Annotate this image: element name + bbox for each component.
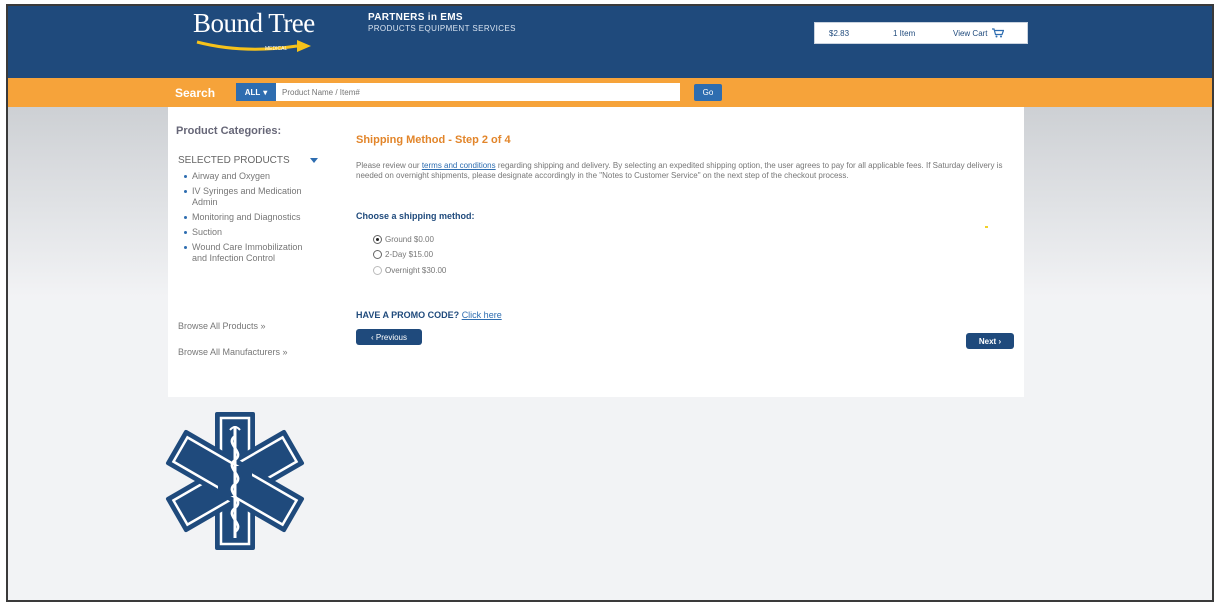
star-of-life-icon xyxy=(163,410,307,552)
shipping-option-label: 2-Day $15.00 xyxy=(385,250,434,259)
page-title: Shipping Method - Step 2 of 4 xyxy=(356,134,511,146)
cart-item-count: 1 Item xyxy=(893,28,916,38)
category-iv-syringes[interactable]: IV Syringes and Medication Admin xyxy=(182,186,312,208)
category-monitoring[interactable]: Monitoring and Diagnostics xyxy=(182,212,312,223)
shipping-option-2day[interactable]: 2-Day $15.00 xyxy=(373,250,433,259)
category-wound-care[interactable]: Wound Care Immobilization and Infection … xyxy=(182,242,312,264)
cart-total: $2.83 xyxy=(829,28,850,38)
search-label: Search xyxy=(175,86,216,100)
radio-ground[interactable] xyxy=(373,235,382,244)
promo-code-row: HAVE A PROMO CODE? Click here xyxy=(356,310,502,320)
shipping-option-label: Ground $0.00 xyxy=(385,235,434,244)
dropdown-triangle-icon xyxy=(309,158,318,163)
search-scope-dropdown[interactable]: ALL ▾ xyxy=(236,83,276,101)
category-list: Airway and Oxygen IV Syringes and Medica… xyxy=(182,171,312,268)
product-categories-title: Product Categories: xyxy=(176,125,282,137)
selected-products-label: SELECTED PRODUCTS xyxy=(178,155,290,166)
search-go-button[interactable]: Go xyxy=(694,84,722,101)
search-bar: Search ALL ▾ Go xyxy=(8,78,1212,107)
category-airway-oxygen[interactable]: Airway and Oxygen xyxy=(182,171,312,182)
mini-cart: $2.83 1 Item View Cart xyxy=(814,22,1028,44)
checkout-content: Product Categories: SELECTED PRODUCTS Ai… xyxy=(168,107,1024,397)
logo-sub: MEDICAL xyxy=(265,46,287,52)
promo-code-label: HAVE A PROMO CODE? xyxy=(356,310,460,320)
choose-shipping-label: Choose a shipping method: xyxy=(356,211,475,221)
chevron-down-icon: ▾ xyxy=(263,87,268,97)
tagline-title: PARTNERS in EMS xyxy=(368,12,463,23)
radio-2day[interactable] xyxy=(373,250,382,259)
view-cart-link[interactable]: View Cart xyxy=(953,28,1004,38)
decorative-dot xyxy=(985,226,988,228)
category-suction[interactable]: Suction xyxy=(182,227,312,238)
previous-button[interactable]: ‹ Previous xyxy=(356,329,422,345)
shipping-option-label: Overnight $30.00 xyxy=(385,266,447,275)
browse-all-products-link[interactable]: Browse All Products » xyxy=(178,321,266,331)
left-gutter xyxy=(8,107,168,297)
logo-text: Bound Tree xyxy=(193,8,315,38)
bound-tree-logo[interactable]: Bound Tree MEDICAL xyxy=(193,8,321,58)
tagline-subtitle: PRODUCTS EQUIPMENT SERVICES xyxy=(368,24,516,33)
radio-overnight[interactable] xyxy=(373,266,382,275)
notice-text-start: Please review our xyxy=(356,161,422,170)
terms-and-conditions-link[interactable]: terms and conditions xyxy=(422,161,496,170)
shipping-option-ground[interactable]: Ground $0.00 xyxy=(373,235,434,244)
view-cart-label: View Cart xyxy=(953,28,988,38)
right-gutter xyxy=(1024,107,1212,297)
next-button[interactable]: Next › xyxy=(966,333,1014,349)
logo-swoosh-icon: MEDICAL xyxy=(196,40,311,52)
site-header: Bound Tree MEDICAL PARTNERS in EMS PRODU… xyxy=(8,6,1212,78)
selected-products-toggle[interactable]: SELECTED PRODUCTS xyxy=(178,155,318,166)
search-input[interactable] xyxy=(276,83,680,101)
promo-code-link[interactable]: Click here xyxy=(462,310,502,320)
shipping-option-overnight[interactable]: Overnight $30.00 xyxy=(373,266,446,275)
tagline: PARTNERS in EMS PRODUCTS EQUIPMENT SERVI… xyxy=(368,12,516,34)
cart-icon xyxy=(991,28,1004,38)
browse-all-manufacturers-link[interactable]: Browse All Manufacturers » xyxy=(178,347,288,357)
shipping-notice: Please review our terms and conditions r… xyxy=(356,161,1016,181)
search-scope-value: ALL xyxy=(244,87,261,97)
screenshot-frame: Bound Tree MEDICAL PARTNERS in EMS PRODU… xyxy=(6,4,1214,602)
